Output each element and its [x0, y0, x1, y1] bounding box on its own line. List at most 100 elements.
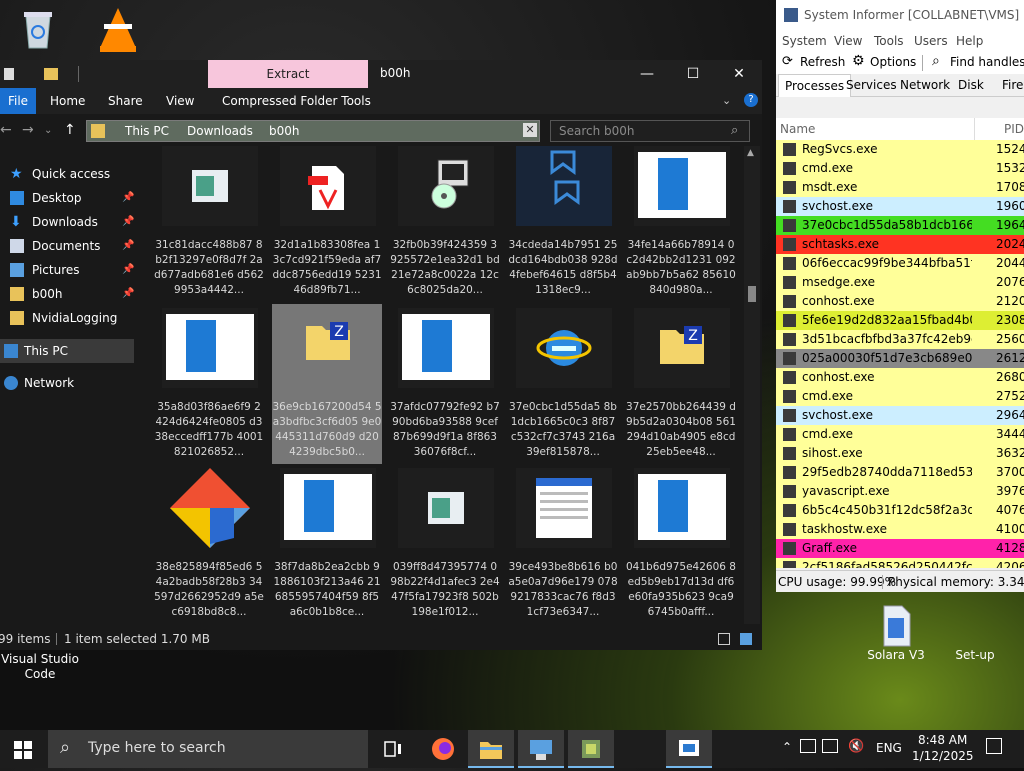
process-row[interactable]: 5fe6e19d2d832aa15fbad4b015... 2308: [776, 311, 1024, 330]
tab-home[interactable]: Home: [50, 94, 85, 108]
windows-start-icon[interactable]: [14, 741, 32, 762]
breadcrumb-b00h[interactable]: b00h: [269, 124, 300, 138]
process-row[interactable]: schtasks.exe 2024: [776, 235, 1024, 254]
process-row[interactable]: conhost.exe 2680: [776, 368, 1024, 387]
process-row[interactable]: cmd.exe 1532: [776, 159, 1024, 178]
refresh-button[interactable]: Refresh: [800, 55, 845, 69]
nav-b00h[interactable]: b00h 📌: [0, 282, 140, 306]
nav-quick-access[interactable]: ★ Quick access: [0, 162, 140, 186]
process-row[interactable]: svchost.exe 2964: [776, 406, 1024, 425]
extract-context-tab[interactable]: Extract: [208, 60, 368, 88]
desktop-icon-setup[interactable]: Set-up: [935, 604, 1015, 663]
file-item[interactable]: 34fe14a66b78914 0c2d42bb2d1231 092ab9bb7…: [626, 146, 736, 308]
file-item[interactable]: 38e825894f85ed6 54a2badb58f28b3 34597d26…: [154, 468, 264, 626]
search-icon[interactable]: ⌕: [731, 123, 738, 138]
file-item[interactable]: 37afdc07792fe92 b790bd6ba93588 9cef87b69…: [390, 308, 500, 470]
menu-users[interactable]: Users: [914, 34, 948, 48]
chevron-down-icon[interactable]: ⌄: [44, 125, 52, 136]
desktop-icon-solara[interactable]: Solara V3: [856, 604, 936, 663]
tab-file[interactable]: File: [0, 88, 36, 114]
process-row[interactable]: taskhostw.exe 4100: [776, 520, 1024, 539]
process-row[interactable]: RegSvcs.exe 1524: [776, 140, 1024, 159]
nav-downloads[interactable]: ⬇ Downloads 📌: [0, 210, 140, 234]
process-row[interactable]: Graff.exe 4128: [776, 539, 1024, 558]
address-bar[interactable]: This PC Downloads b00h ✕: [86, 120, 540, 142]
up-arrow-icon[interactable]: ↑: [64, 122, 76, 138]
nav-nvidialogging[interactable]: NvidiaLogging: [0, 306, 140, 330]
input-language[interactable]: ENG: [876, 741, 902, 755]
file-item[interactable]: 38f7da8b2ea2cbb 91886103f213a46 21685595…: [272, 468, 382, 626]
notifications-icon[interactable]: [986, 738, 1002, 754]
column-name[interactable]: Name: [780, 122, 815, 136]
pin-icon[interactable]: 📌: [122, 258, 134, 282]
search-input[interactable]: Search b00h: [559, 124, 635, 138]
system-informer-taskbar-icon[interactable]: [666, 730, 712, 768]
file-item[interactable]: 34cdeda14b7951 25dcd164bdb038 928d4febef…: [508, 146, 618, 308]
clock-time[interactable]: 8:48 AM: [918, 733, 967, 747]
tab-processes[interactable]: Processes: [778, 74, 852, 97]
file-item[interactable]: 32d1a1b83308fea 13c7cd921f59eda af7ddc87…: [272, 146, 382, 308]
file-item[interactable]: Z 37e2570bb264439 d9b5d2a0304b08 561294d…: [626, 308, 736, 470]
nav-pictures[interactable]: Pictures 📌: [0, 258, 140, 282]
tab-firewall[interactable]: Firew: [1002, 78, 1024, 92]
process-row[interactable]: 025a00030f51d7e3cb689e03d5... 2612: [776, 349, 1024, 368]
minimize-button[interactable]: —: [624, 60, 670, 88]
vertical-scrollbar[interactable]: ▲: [744, 146, 760, 624]
process-row[interactable]: msedge.exe 2076: [776, 273, 1024, 292]
options-button[interactable]: Options: [870, 55, 916, 69]
refresh-icon[interactable]: ⟳: [782, 54, 793, 69]
back-arrow-icon[interactable]: ←: [0, 122, 12, 138]
process-row[interactable]: msdt.exe 1708: [776, 178, 1024, 197]
file-item[interactable]: 39ce493be8b616 b0a5e0a7d96e179 078921783…: [508, 468, 618, 626]
menu-tools[interactable]: Tools: [874, 34, 904, 48]
file-item[interactable]: 35a8d03f86ae6f9 2424d6424fe0805 d338ecce…: [154, 308, 264, 470]
process-row[interactable]: 29f5edb28740dda7118ed53f14... 3700: [776, 463, 1024, 482]
tab-compressed-folder-tools[interactable]: Compressed Folder Tools: [222, 94, 371, 108]
breadcrumb-downloads[interactable]: Downloads: [187, 124, 253, 138]
search-box[interactable]: Search b00h ⌕: [550, 120, 750, 142]
breadcrumb-this-pc[interactable]: This PC: [125, 124, 169, 138]
process-row[interactable]: 6b5c4c450b31f12dc58f2a3de0... 4076: [776, 501, 1024, 520]
scroll-up-icon[interactable]: ▲: [747, 148, 754, 158]
vlc-icon[interactable]: [96, 6, 140, 54]
tab-services[interactable]: Services: [846, 78, 897, 92]
process-row[interactable]: sihost.exe 3632: [776, 444, 1024, 463]
tab-disk[interactable]: Disk: [958, 78, 984, 92]
scrollbar-thumb[interactable]: [748, 286, 756, 302]
menu-system[interactable]: System: [782, 34, 827, 48]
taskbar-search-input[interactable]: Type here to search: [88, 740, 226, 756]
file-item[interactable]: 37e0cbc1d55da5 8b1dcb1665c0c3 8f87c532cf…: [508, 308, 618, 470]
pin-icon[interactable]: 📌: [122, 282, 134, 306]
security-icon[interactable]: [800, 739, 816, 753]
help-icon[interactable]: ?: [744, 93, 758, 107]
gear-icon[interactable]: ⚙: [852, 53, 865, 69]
process-row[interactable]: 2cf5186fad58526d250442fcaf2... 4206: [776, 558, 1024, 568]
file-explorer-taskbar-icon[interactable]: [468, 730, 514, 768]
quick-access-toolbar-icon[interactable]: [4, 68, 14, 80]
network-tool-taskbar-icon[interactable]: [518, 730, 564, 768]
menu-view[interactable]: View: [834, 34, 862, 48]
network-status-icon[interactable]: [822, 739, 838, 753]
nav-network[interactable]: Network: [0, 371, 140, 395]
process-row[interactable]: yavascript.exe 3976: [776, 482, 1024, 501]
tab-network[interactable]: Network: [900, 78, 950, 92]
nav-documents[interactable]: Documents 📌: [0, 234, 140, 258]
process-row[interactable]: cmd.exe 2752: [776, 387, 1024, 406]
maximize-button[interactable]: ☐: [670, 60, 716, 88]
chevron-down-icon[interactable]: ⌄: [722, 94, 731, 107]
task-view-icon[interactable]: [370, 730, 416, 768]
file-item[interactable]: 039ff8d47395774 098b22f4d1afec3 2e447f5f…: [390, 468, 500, 626]
volume-muted-icon[interactable]: 🔇: [848, 739, 864, 754]
find-handles-button[interactable]: Find handles o: [950, 55, 1024, 69]
large-icons-view-icon[interactable]: [740, 633, 752, 645]
pin-icon[interactable]: 📌: [122, 210, 134, 234]
chevron-up-icon[interactable]: ⌃: [782, 740, 792, 754]
file-item[interactable]: 041b6d975e42606 8ed5b9eb17d13d df6e60fa9…: [626, 468, 736, 626]
process-row[interactable]: 37e0cbc1d55da58b1dcb1665c... 1964: [776, 216, 1024, 235]
firefox-icon[interactable]: [420, 730, 466, 768]
details-view-icon[interactable]: [718, 633, 730, 645]
search-icon[interactable]: ⌕: [932, 53, 940, 69]
tab-share[interactable]: Share: [108, 94, 143, 108]
process-row[interactable]: cmd.exe 3444: [776, 425, 1024, 444]
desktop-icon-vscode[interactable]: Visual Studio Code: [0, 652, 80, 682]
